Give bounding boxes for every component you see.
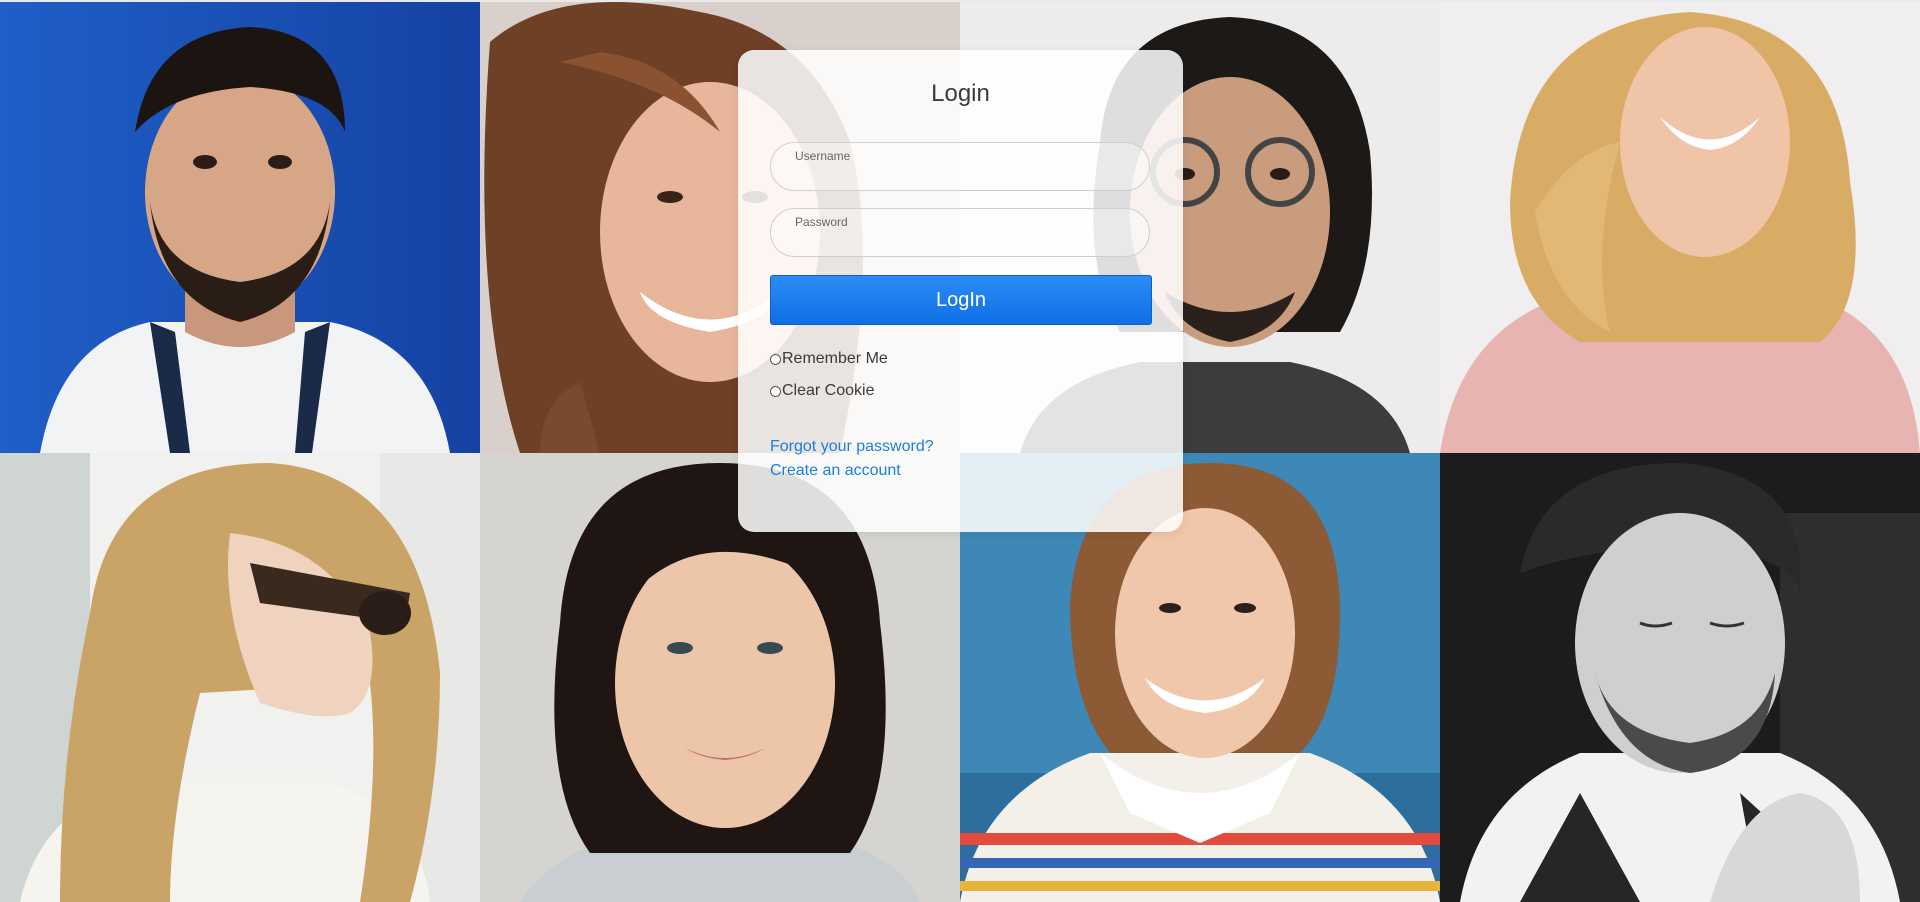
- login-title: Login: [931, 80, 990, 107]
- username-label: Username: [795, 149, 851, 163]
- username-input[interactable]: [793, 165, 1127, 187]
- password-field[interactable]: Password: [770, 208, 1150, 257]
- login-card: Login Username Password LogIn Remember M…: [738, 50, 1183, 532]
- username-field[interactable]: Username: [770, 142, 1150, 191]
- password-label: Password: [795, 215, 848, 229]
- remember-me-radio[interactable]: [770, 353, 781, 365]
- forgot-password-link[interactable]: Forgot your password?: [770, 438, 934, 456]
- create-account-link[interactable]: Create an account: [770, 462, 901, 480]
- photo-woman-sunglasses-profile: [0, 453, 480, 902]
- clear-cookie-label: Clear Cookie: [782, 382, 875, 399]
- clear-cookie-option[interactable]: Clear Cookie: [770, 382, 874, 400]
- remember-me-label: Remember Me: [782, 350, 888, 367]
- photo-man-beard-blue-wall: [0, 2, 480, 453]
- photo-man-bw-looking-down: [1440, 453, 1920, 902]
- photo-woman-blonde-laughing: [1440, 2, 1920, 453]
- password-input[interactable]: [793, 231, 1127, 253]
- login-page: Login Username Password LogIn Remember M…: [0, 0, 1920, 902]
- login-button[interactable]: LogIn: [770, 275, 1152, 325]
- remember-me-option[interactable]: Remember Me: [770, 350, 888, 368]
- clear-cookie-radio[interactable]: [770, 385, 781, 397]
